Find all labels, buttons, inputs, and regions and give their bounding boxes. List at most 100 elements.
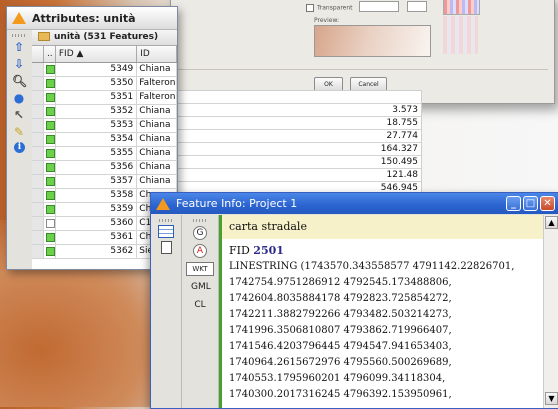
row-select-cell[interactable] — [44, 119, 56, 132]
row-select-cell[interactable] — [44, 175, 56, 188]
row-header[interactable] — [32, 161, 44, 174]
table-row[interactable]: 5356 Chiana — [32, 161, 177, 175]
table-row[interactable]: 5354 Chiana — [32, 133, 177, 147]
dialog-dropdown-small[interactable] — [407, 1, 427, 12]
row-header[interactable] — [32, 91, 44, 104]
transparent-checkbox[interactable]: Transparent — [306, 4, 353, 12]
fid-cell[interactable]: 5362 — [56, 245, 138, 258]
row-header[interactable] — [32, 133, 44, 146]
row-select-cell[interactable] — [44, 77, 56, 90]
row-select-cell[interactable] — [44, 63, 56, 76]
id-cell[interactable]: Chiana — [137, 147, 177, 160]
arrow-down-icon[interactable]: ⇩ — [12, 57, 26, 71]
id-cell[interactable]: Chiana — [137, 105, 177, 118]
fid-column-header[interactable]: FID ▲ — [56, 46, 138, 62]
table-row[interactable]: 5349 Chiana — [32, 63, 177, 77]
info-icon[interactable]: i — [14, 142, 25, 153]
row-header[interactable] — [32, 203, 44, 216]
select-column-header[interactable]: .. — [44, 46, 56, 62]
pointer-icon[interactable]: ↖ — [12, 108, 26, 122]
selection-checkbox[interactable] — [45, 177, 55, 186]
scroll-down-icon[interactable]: ▼ — [545, 392, 558, 405]
fid-cell[interactable]: 5351 — [56, 91, 138, 104]
id-column-header[interactable]: ID — [137, 46, 177, 62]
value-row[interactable] — [177, 91, 421, 104]
fid-cell[interactable]: 5355 — [56, 147, 138, 160]
id-cell[interactable]: Chiana — [137, 63, 177, 76]
maximize-button[interactable]: □ — [523, 196, 538, 211]
selection-checkbox[interactable] — [45, 247, 55, 256]
table-row[interactable]: 5351 Falterona — [32, 91, 177, 105]
row-select-cell[interactable] — [44, 189, 56, 202]
fid-cell[interactable]: 5350 — [56, 77, 138, 90]
globe-icon[interactable]: ● — [12, 91, 26, 105]
value-cell[interactable]: 164.327 — [177, 143, 421, 156]
row-header[interactable] — [32, 77, 44, 90]
selection-checkbox[interactable] — [45, 149, 55, 158]
row-select-cell[interactable] — [44, 245, 56, 258]
arrow-up-icon[interactable]: ⇧ — [12, 40, 26, 54]
fid-cell[interactable]: 5358 — [56, 189, 138, 202]
fid-cell[interactable]: 5354 — [56, 133, 138, 146]
selection-checkbox[interactable] — [45, 233, 55, 242]
fid-cell[interactable]: 5352 — [56, 105, 138, 118]
selection-checkbox[interactable] — [45, 79, 55, 88]
row-header[interactable] — [32, 63, 44, 76]
row-header[interactable] — [32, 175, 44, 188]
layer-header[interactable]: unità (531 Features) — [32, 30, 177, 46]
id-cell[interactable]: Chiana — [137, 119, 177, 132]
fid-cell[interactable]: 5361 — [56, 231, 138, 244]
row-select-cell[interactable] — [44, 133, 56, 146]
row-header[interactable] — [32, 119, 44, 132]
value-cell[interactable]: 150.495 — [177, 156, 421, 169]
selection-checkbox[interactable] — [45, 163, 55, 172]
minimize-button[interactable]: _ — [506, 196, 521, 211]
table-row[interactable]: 5350 Falterona — [32, 77, 177, 91]
attribute-icon[interactable]: A — [193, 244, 207, 258]
row-header[interactable] — [32, 189, 44, 202]
attributes-titlebar[interactable]: Attributes: unità — [7, 7, 177, 30]
fid-cell[interactable]: 5360 — [56, 217, 138, 230]
grip-icon[interactable] — [12, 34, 26, 37]
id-cell[interactable]: Falterona — [137, 91, 177, 104]
row-header[interactable] — [32, 231, 44, 244]
row-header-corner[interactable] — [32, 46, 44, 62]
pencil-icon[interactable]: ✎ — [12, 125, 26, 139]
zoom-icon[interactable]: 🔍︎ — [12, 74, 27, 88]
row-select-cell[interactable] — [44, 203, 56, 216]
table-row[interactable]: 5357 Chiana — [32, 175, 177, 189]
feature-info-titlebar[interactable]: Feature Info: Project 1 _ □ ✕ — [151, 193, 558, 214]
row-header[interactable] — [32, 147, 44, 160]
row-header[interactable] — [32, 217, 44, 230]
id-cell[interactable]: Chiana — [137, 133, 177, 146]
value-cell[interactable]: 27.774 — [177, 130, 421, 143]
grip-icon[interactable] — [193, 219, 207, 222]
page-icon[interactable] — [160, 241, 172, 254]
selection-checkbox[interactable] — [45, 191, 55, 200]
color-palette[interactable] — [443, 16, 478, 54]
value-cell[interactable]: 18.755 — [177, 117, 421, 130]
row-select-cell[interactable] — [44, 105, 56, 118]
selection-checkbox[interactable] — [45, 107, 55, 116]
close-button[interactable]: ✕ — [540, 196, 555, 211]
selection-checkbox[interactable] — [45, 121, 55, 130]
value-cell[interactable]: 3.573 — [177, 104, 421, 117]
selection-checkbox[interactable] — [45, 93, 55, 102]
geometry-icon[interactable]: G — [193, 226, 207, 240]
row-header[interactable] — [32, 105, 44, 118]
scroll-up-icon[interactable]: ▲ — [545, 216, 558, 229]
selection-checkbox[interactable] — [45, 205, 55, 214]
row-select-cell[interactable] — [44, 217, 56, 230]
fid-cell[interactable]: 5356 — [56, 161, 138, 174]
id-cell[interactable]: Chiana — [137, 161, 177, 174]
row-select-cell[interactable] — [44, 231, 56, 244]
color-swatch[interactable] — [443, 0, 480, 15]
gml-button[interactable]: GML — [191, 280, 211, 294]
row-select-cell[interactable] — [44, 161, 56, 174]
dialog-dropdown[interactable] — [359, 1, 399, 12]
fid-cell[interactable]: 5357 — [56, 175, 138, 188]
fid-cell[interactable]: 5359 — [56, 203, 138, 216]
wkt-button[interactable]: WKT — [186, 262, 214, 276]
fid-cell[interactable]: 5353 — [56, 119, 138, 132]
table-row[interactable]: 5352 Chiana — [32, 105, 177, 119]
